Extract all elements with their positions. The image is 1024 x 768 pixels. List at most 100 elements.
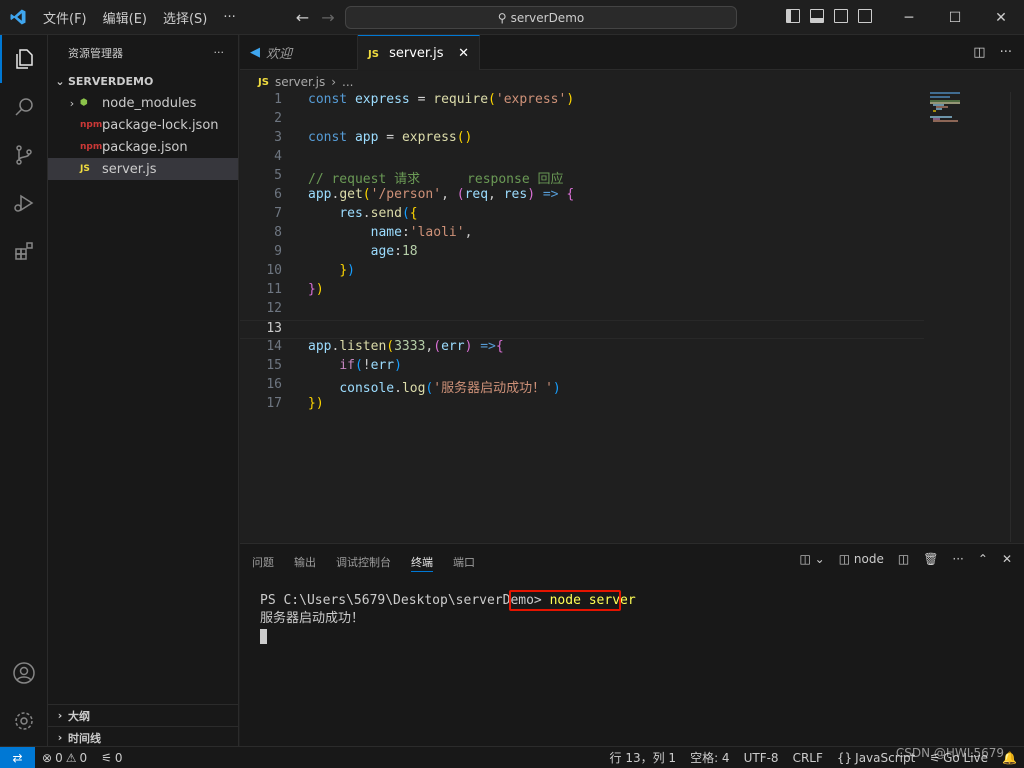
code-editor[interactable]: 1 const express = require('express') 2 3c… <box>240 92 1024 542</box>
tree-item-package-lock[interactable]: npm package-lock.json <box>48 114 238 136</box>
maximize-button[interactable]: ☐ <box>932 0 978 35</box>
tab-label: server.js <box>389 45 444 61</box>
terminal-name: node <box>853 552 884 566</box>
code-line: 16 console.log('服务器启动成功！') <box>240 377 924 396</box>
tab-ports[interactable]: 端口 <box>453 544 475 579</box>
chevron-down-icon: ⌄ <box>55 74 65 88</box>
watermark: CSDN @HWL5679 <box>895 746 1004 760</box>
code-line-current: 13 <box>240 320 924 339</box>
menu-file[interactable]: 文件(F) <box>35 8 95 27</box>
menu-edit[interactable]: 编辑(E) <box>95 8 155 27</box>
menu-more[interactable]: ··· <box>215 10 243 25</box>
tree-item-label: package.json <box>102 139 188 155</box>
code-line: 10 }) <box>240 263 924 282</box>
line-number: 5 <box>274 168 282 183</box>
menu-selection[interactable]: 选择(S) <box>155 8 215 27</box>
run-debug-icon[interactable] <box>0 179 48 227</box>
code-line: 12 <box>240 301 924 320</box>
npm-file-icon: npm <box>80 120 103 130</box>
line-number: 11 <box>266 282 282 297</box>
indentation[interactable]: 空格: 4 <box>683 749 737 766</box>
project-folder-header[interactable]: ⌄ SERVERDEMO <box>48 70 238 92</box>
breadcrumb-more[interactable]: ... <box>342 75 353 89</box>
source-control-icon[interactable] <box>0 131 48 179</box>
code-line: 14 app.listen(3333,(err) =>{ <box>240 339 924 358</box>
toggle-primary-sidebar-icon[interactable] <box>786 9 800 23</box>
node-folder-icon: ⬢ <box>80 98 88 108</box>
close-tab-icon[interactable]: ✕ <box>458 46 469 61</box>
more-actions-button[interactable]: ··· <box>952 552 963 566</box>
tab-output[interactable]: 输出 <box>294 544 316 579</box>
broadcast-icon: ⚟ <box>101 750 112 765</box>
toggle-panel-icon[interactable] <box>810 9 824 23</box>
chevron-right-icon: › <box>57 709 63 722</box>
explorer-icon[interactable] <box>0 35 48 83</box>
back-arrow-icon[interactable]: ← <box>296 8 309 27</box>
project-name: SERVERDEMO <box>68 74 154 88</box>
line-number: 8 <box>274 225 282 240</box>
code-line: 17}) <box>240 396 924 415</box>
command-center[interactable]: ⚲ serverDemo <box>345 6 737 29</box>
line-number: 1 <box>274 92 282 107</box>
vscode-logo-icon: ◀ <box>250 45 260 60</box>
js-file-icon: JS <box>368 48 379 60</box>
settings-gear-icon[interactable] <box>0 697 48 745</box>
outline-section-header[interactable]: › 大纲 <box>48 704 239 726</box>
remote-indicator-icon[interactable]: ⇄ <box>0 746 35 768</box>
problems-indicator[interactable]: ⊗ 0 ⚠ 0 <box>35 751 94 765</box>
minimize-button[interactable]: ─ <box>886 0 932 35</box>
encoding[interactable]: UTF-8 <box>737 751 786 765</box>
trash-icon[interactable]: 🗑 <box>923 552 938 566</box>
breadcrumb-file[interactable]: server.js <box>275 75 325 89</box>
code-line: 2 <box>240 111 924 130</box>
tab-terminal[interactable]: 终端 <box>411 544 433 579</box>
explorer-more-button[interactable]: ··· <box>214 46 225 59</box>
extensions-icon[interactable] <box>0 227 48 275</box>
tree-item-package-json[interactable]: npm package.json <box>48 136 238 158</box>
close-panel-icon[interactable]: ✕ <box>1002 552 1012 566</box>
chevron-right-icon: › <box>331 75 337 89</box>
line-number: 12 <box>266 301 282 316</box>
chevron-right-icon: › <box>69 96 75 110</box>
tab-welcome[interactable]: ◀ 欢迎 <box>240 35 358 70</box>
toggle-secondary-sidebar-icon[interactable] <box>834 9 848 23</box>
new-terminal-dropdown[interactable]: ◫ ⌄ <box>800 552 825 566</box>
code-line: 15 if(!err) <box>240 358 924 377</box>
line-number: 6 <box>274 187 282 202</box>
tab-problems[interactable]: 问题 <box>252 544 274 579</box>
ports-indicator[interactable]: ⚟ 0 <box>94 751 129 765</box>
timeline-label: 时间线 <box>68 731 101 745</box>
tree-item-node-modules[interactable]: › ⬢ node_modules <box>48 92 238 114</box>
cursor-position[interactable]: 行 13，列 1 <box>603 749 684 766</box>
end-of-line[interactable]: CRLF <box>786 751 830 765</box>
search-view-icon[interactable] <box>0 83 48 131</box>
code-line: 5// request 请求 response 回应 <box>240 168 924 187</box>
explorer-sidebar: 资源管理器 ··· ⌄ SERVERDEMO › ⬢ node_modules … <box>48 35 239 746</box>
close-window-button[interactable]: ✕ <box>978 0 1024 35</box>
explorer-title: 资源管理器 <box>68 46 123 60</box>
warning-count: 0 <box>79 750 88 765</box>
customize-layout-icon[interactable] <box>858 9 872 23</box>
title-bar: 文件(F) 编辑(E) 选择(S) ··· ← → ⚲ serverDemo ─… <box>0 0 1024 35</box>
status-bar: ⇄ ⊗ 0 ⚠ 0 ⚟ 0 行 13，列 1 空格: 4 UTF-8 CRLF {} … <box>0 746 1024 768</box>
accounts-icon[interactable] <box>0 649 48 697</box>
line-number: 3 <box>274 130 282 145</box>
more-actions-button[interactable]: ··· <box>1000 45 1012 60</box>
outline-label: 大纲 <box>68 709 90 723</box>
split-terminal-icon[interactable]: ◫ <box>898 552 909 566</box>
terminal-instance[interactable]: ◫ node <box>839 552 884 566</box>
vertical-scrollbar[interactable] <box>1010 92 1024 542</box>
maximize-panel-icon[interactable]: ⌃ <box>978 552 988 566</box>
tab-debug-console[interactable]: 调试控制台 <box>336 544 391 579</box>
code-line: 7 res.send({ <box>240 206 924 225</box>
search-icon: ⚲ <box>497 10 507 25</box>
tab-server-js[interactable]: JS server.js ✕ <box>358 35 480 70</box>
line-number: 4 <box>274 149 282 164</box>
ports-count: 0 <box>114 750 123 765</box>
timeline-section-header[interactable]: › 时间线 <box>48 726 239 748</box>
tree-item-server-js[interactable]: JS server.js <box>48 158 238 180</box>
minimap[interactable] <box>930 92 990 132</box>
line-number: 15 <box>266 358 282 373</box>
split-editor-icon[interactable]: ◫ <box>973 45 985 60</box>
forward-arrow-icon[interactable]: → <box>321 8 334 27</box>
